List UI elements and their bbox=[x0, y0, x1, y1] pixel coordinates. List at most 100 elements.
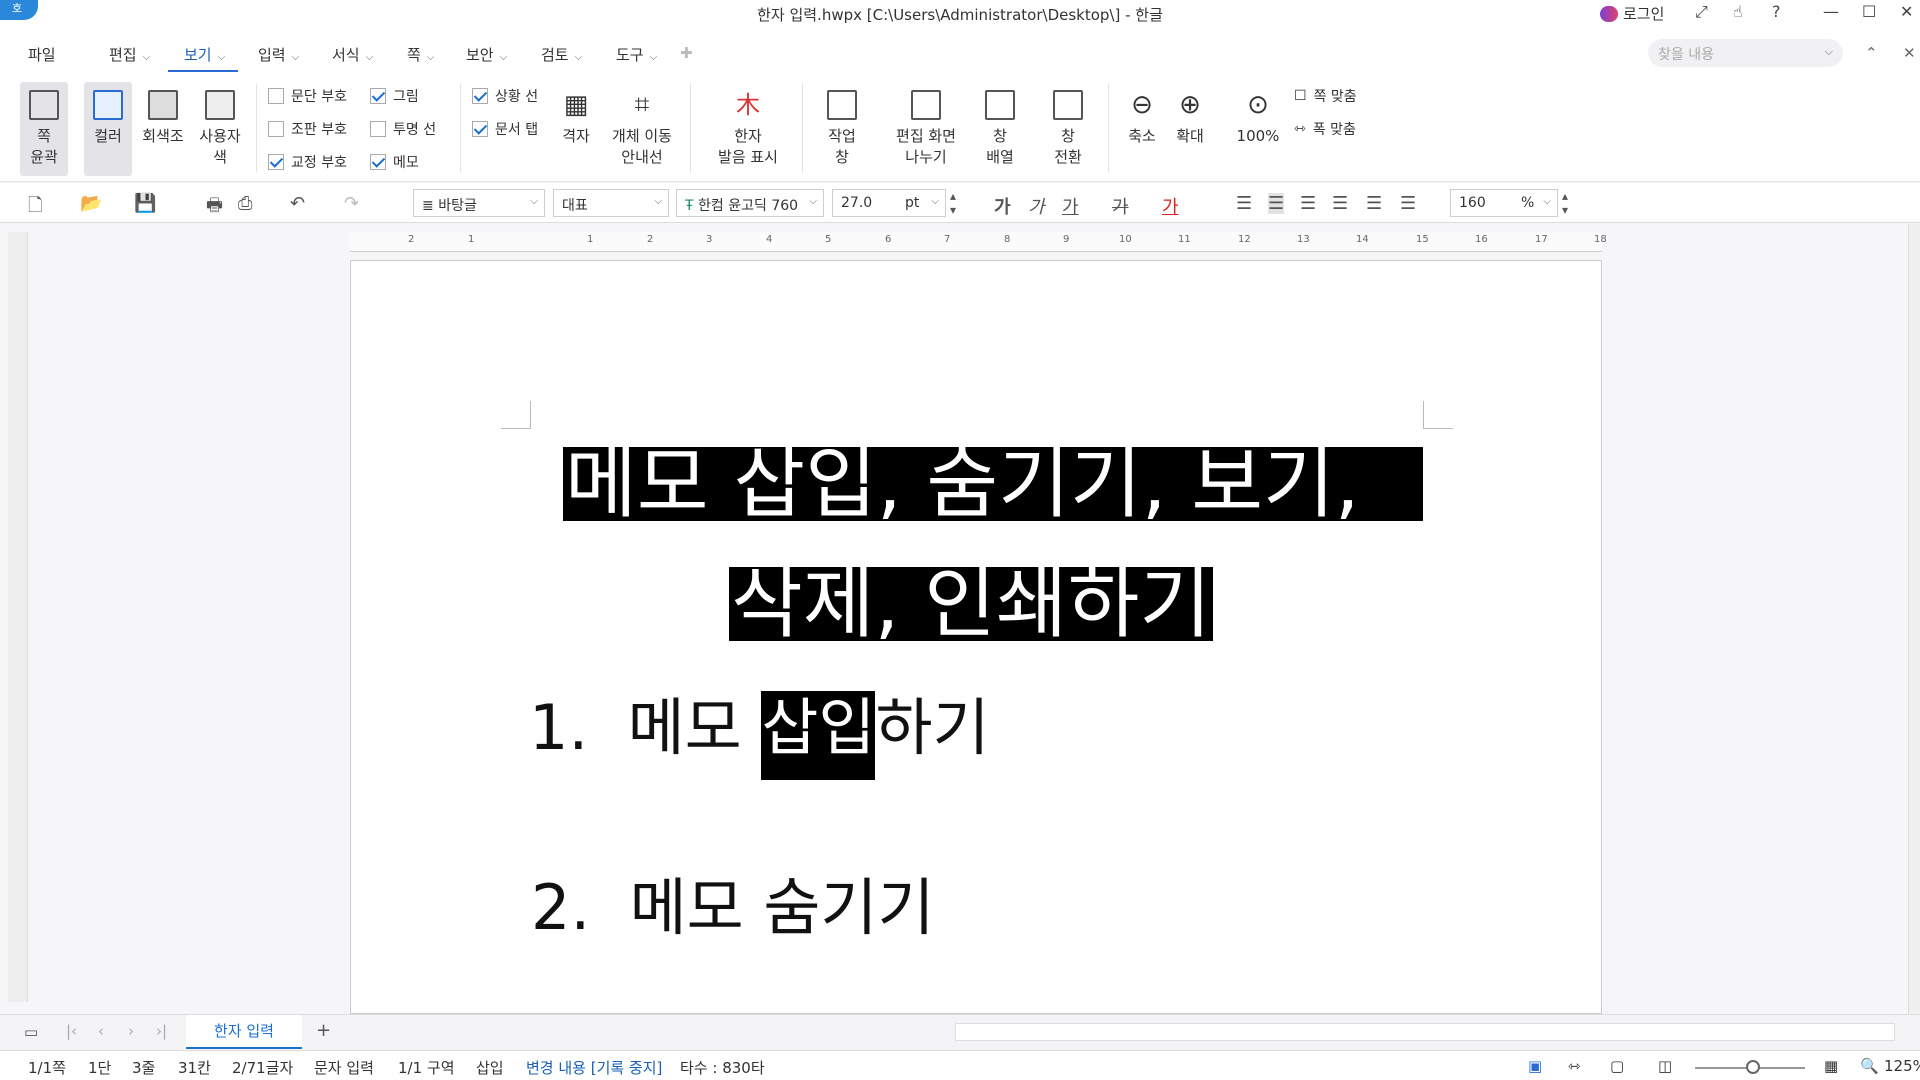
menu-insert[interactable]: 입력 ⌵ bbox=[258, 44, 299, 65]
switch-window-button[interactable]: 창 전환 bbox=[1044, 90, 1092, 168]
status-input-mode[interactable]: 문자 입력 bbox=[314, 1057, 374, 1078]
page-view-icon[interactable]: ▣ bbox=[1528, 1057, 1542, 1075]
checkbox-status-line[interactable]: 상황 선 bbox=[472, 86, 538, 106]
prev-tab-icon[interactable]: ‹ bbox=[98, 1022, 104, 1040]
bold-button[interactable]: 가 bbox=[994, 193, 1011, 219]
style-select[interactable]: ≣ 바탕글 ⌵ bbox=[413, 189, 545, 217]
last-tab-icon[interactable]: ›| bbox=[156, 1022, 167, 1040]
zoom-slider-handle[interactable] bbox=[1746, 1060, 1760, 1074]
zoom-icon[interactable]: 🔍 bbox=[1860, 1057, 1879, 1075]
spacing-stepper-icon[interactable]: ▴ ▾ bbox=[1562, 189, 1568, 217]
underline-button[interactable]: 가 bbox=[1062, 193, 1079, 219]
line-spacing-input[interactable]: 160% ⌵ bbox=[1450, 189, 1558, 217]
search-input[interactable]: 찾을 내용 ⌵ bbox=[1648, 39, 1843, 67]
fit-view-icon[interactable]: ◫ bbox=[1658, 1057, 1672, 1075]
checkbox-picture[interactable]: 그림 bbox=[370, 86, 419, 106]
checkbox-layout-mark[interactable]: 조판 부호 bbox=[268, 119, 347, 139]
grid-button[interactable]: ▦ 격자 bbox=[556, 90, 596, 147]
full-view-icon[interactable]: ▢ bbox=[1610, 1057, 1624, 1075]
open-folder-icon[interactable]: 📂 bbox=[80, 193, 102, 214]
align-right-icon[interactable]: ☰ bbox=[1332, 193, 1348, 214]
status-page[interactable]: 1/1쪽 bbox=[28, 1057, 66, 1078]
checkbox-memo[interactable]: 메모 bbox=[370, 152, 419, 172]
close-icon[interactable]: ✕ bbox=[1900, 2, 1913, 21]
tab-hanja-input[interactable]: 한자 입력 bbox=[186, 1015, 302, 1049]
status-line: 3줄 bbox=[132, 1059, 156, 1077]
selected-text: 삽입 bbox=[761, 691, 876, 780]
strikethrough-button[interactable]: 가 bbox=[1112, 193, 1129, 219]
align-left-icon[interactable]: ☰ bbox=[1268, 193, 1285, 214]
task-pane-button[interactable]: 작업 창 bbox=[818, 90, 866, 168]
print-preview-icon[interactable]: ⎙ bbox=[238, 193, 252, 214]
guide-line-button[interactable]: ⌗ 개체 이동 안내선 bbox=[606, 90, 678, 168]
vertical-scrollbar[interactable] bbox=[1908, 224, 1920, 1014]
puzzle-icon[interactable]: ✚ bbox=[680, 44, 693, 62]
font-select[interactable]: Ŧ 한컴 윤고딕 760 ⌵ bbox=[676, 189, 824, 217]
menu-format[interactable]: 서식 ⌵ bbox=[332, 44, 373, 65]
print-icon[interactable]: 🖶 bbox=[206, 193, 223, 223]
status-zoom[interactable]: 125% bbox=[1884, 1057, 1920, 1075]
status-section: 1/1 구역 bbox=[398, 1059, 455, 1077]
fit-page-button[interactable]: ☐ 쪽 맞춤 bbox=[1294, 86, 1357, 106]
zoom-100-button[interactable]: ⊙ 100% bbox=[1232, 90, 1284, 147]
checkbox-proof-mark[interactable]: 교정 부호 bbox=[268, 152, 347, 172]
minimize-icon[interactable]: — bbox=[1823, 2, 1839, 21]
arrange-window-button[interactable]: 창 배열 bbox=[976, 90, 1024, 168]
new-doc-icon[interactable]: 🗋 bbox=[28, 193, 42, 223]
language-select[interactable]: 대표 ⌵ bbox=[553, 189, 669, 217]
heading-line-1[interactable]: 메모 삽입, 숨기기, 보기, bbox=[563, 445, 1423, 523]
align-justify-icon[interactable]: ☰ bbox=[1236, 193, 1252, 214]
checkbox-doc-tab[interactable]: 문서 탭 bbox=[472, 119, 538, 139]
status-track-changes[interactable]: 변경 내용 [기록 중지] bbox=[526, 1057, 662, 1078]
checkbox-paragraph-mark[interactable]: 문단 부호 bbox=[268, 86, 347, 106]
tab-list-icon[interactable]: ▭ bbox=[24, 1023, 38, 1041]
horizontal-scrollbar[interactable] bbox=[955, 1023, 1895, 1041]
menu-edit[interactable]: 편집 ⌵ bbox=[109, 44, 150, 65]
grayscale-button[interactable]: 회색조 bbox=[135, 82, 191, 176]
align-center-icon[interactable]: ☰ bbox=[1300, 193, 1316, 214]
list-item-2[interactable]: 2. 메모 숨기기 bbox=[531, 857, 935, 947]
heading-line-2[interactable]: 삭제, 인쇄하기 bbox=[729, 565, 1214, 643]
login-button[interactable]: 로그인 bbox=[1600, 3, 1664, 24]
document-page[interactable]: 메모 삽입, 숨기기, 보기, 삭제, 인쇄하기 1. 메모 삽입하기 2. 메… bbox=[350, 260, 1602, 1014]
list-item-1[interactable]: 1. 메모 삽입하기 bbox=[529, 677, 990, 780]
italic-button[interactable]: 가 bbox=[1028, 193, 1045, 219]
fit-width-icon: ⇿ bbox=[1294, 121, 1306, 137]
collapse-ribbon-icon[interactable]: ⌃ bbox=[1865, 44, 1878, 62]
page-outline-button[interactable]: 쪽 윤곽 bbox=[20, 82, 68, 176]
color-button[interactable]: 컬러 bbox=[84, 82, 132, 176]
zoom-in-button[interactable]: ⊕ 확대 bbox=[1170, 90, 1210, 147]
size-stepper-icon[interactable]: ▴ ▾ bbox=[950, 189, 956, 217]
undo-icon[interactable]: ↶ bbox=[290, 193, 305, 214]
close-doc-icon[interactable]: ✕ bbox=[1903, 44, 1916, 62]
split-view-button[interactable]: 편집 화면 나누기 bbox=[886, 90, 966, 168]
menu-view[interactable]: 보기 ⌵ bbox=[184, 44, 225, 65]
checkbox-transparent-line[interactable]: 투명 선 bbox=[370, 119, 436, 139]
menu-security[interactable]: 보안 ⌵ bbox=[466, 44, 507, 65]
first-tab-icon[interactable]: |‹ bbox=[66, 1022, 77, 1040]
font-size-input[interactable]: 27.0 pt ⌵ bbox=[832, 189, 946, 217]
font-color-button[interactable]: 가 bbox=[1162, 193, 1179, 219]
margin-corner bbox=[501, 401, 531, 429]
fit-width-button[interactable]: ⇿ 폭 맞춤 bbox=[1294, 119, 1356, 139]
menu-page[interactable]: 쪽 ⌵ bbox=[407, 44, 434, 65]
redo-icon[interactable]: ↷ bbox=[344, 193, 359, 214]
status-insert[interactable]: 삽입 bbox=[476, 1057, 504, 1078]
maximize-icon[interactable]: ☐ bbox=[1862, 2, 1876, 21]
menu-review[interactable]: 검토 ⌵ bbox=[541, 44, 582, 65]
divide-icon[interactable]: ☰ bbox=[1400, 193, 1416, 214]
zoom-out-button[interactable]: ⊖ 축소 bbox=[1122, 90, 1162, 147]
expand-icon[interactable]: ⤢ bbox=[1695, 2, 1708, 22]
menu-file[interactable]: 파일 bbox=[28, 44, 56, 65]
add-tab-button[interactable]: + bbox=[316, 1020, 331, 1041]
help-icon[interactable]: ? bbox=[1772, 2, 1781, 21]
hanja-pronunciation-button[interactable]: 木 한자 발음 표시 bbox=[706, 90, 790, 168]
touch-icon[interactable]: ☝ bbox=[1733, 2, 1743, 21]
menu-tools[interactable]: 도구 ⌵ bbox=[616, 44, 657, 65]
fit-page-icon[interactable]: ▦ bbox=[1824, 1057, 1838, 1075]
user-color-button[interactable]: 사용자 색 bbox=[192, 82, 248, 176]
distribute-icon[interactable]: ☰ bbox=[1366, 193, 1382, 214]
width-view-icon[interactable]: ⇿ bbox=[1568, 1057, 1581, 1075]
save-icon[interactable]: 💾 bbox=[134, 193, 156, 214]
next-tab-icon[interactable]: › bbox=[128, 1022, 134, 1040]
